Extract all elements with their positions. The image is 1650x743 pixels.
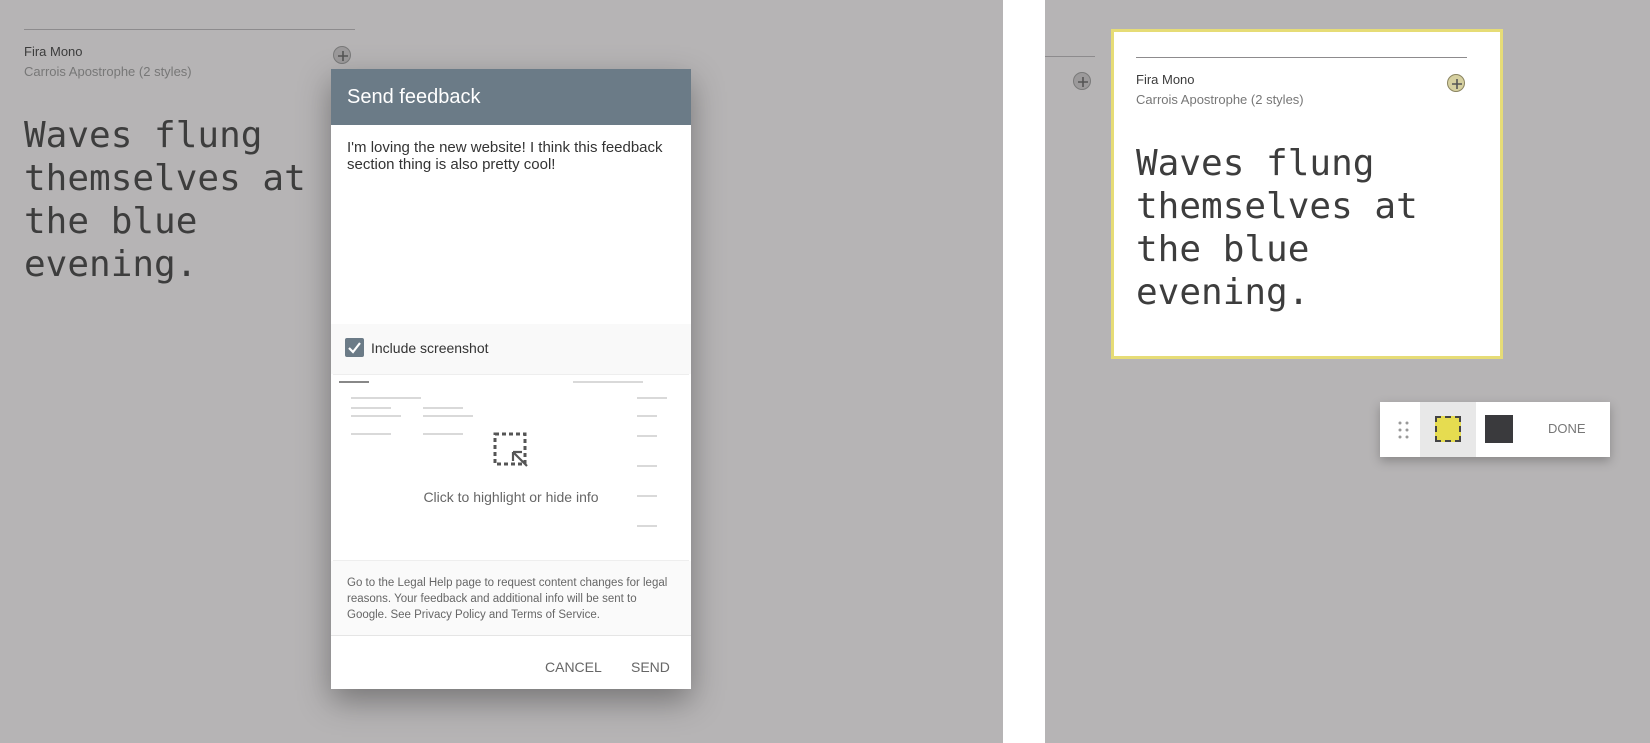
font-specimen: Waves flung themselves at the blue eveni… — [24, 115, 306, 285]
send-button[interactable]: SEND — [631, 659, 670, 675]
left-panel: Fira Mono Carrois Apostrophe (2 styles) … — [0, 0, 1003, 743]
preview-detail — [637, 415, 657, 417]
font-meta: Carrois Apostrophe (2 styles) — [24, 64, 192, 79]
preview-detail — [637, 397, 667, 399]
add-icon[interactable] — [333, 46, 351, 64]
preview-detail — [637, 435, 657, 437]
preview-detail — [351, 433, 391, 435]
font-name: Fira Mono — [24, 44, 83, 59]
screenshot-preview[interactable]: Click to highlight or hide info — [333, 374, 689, 561]
highlighted-font-card: Fira Mono Carrois Apostrophe (2 styles) … — [1111, 29, 1503, 359]
highlight-instructions: Click to highlight or hide info — [423, 489, 599, 505]
highlight-tool-button[interactable] — [1420, 402, 1476, 457]
preview-detail — [573, 381, 643, 383]
preview-detail — [423, 407, 463, 409]
legal-text-after: . — [596, 609, 600, 621]
dialog-title: Send feedback — [331, 69, 691, 125]
privacy-policy-link[interactable]: Privacy Policy — [414, 609, 486, 621]
divider — [1045, 56, 1095, 57]
preview-detail — [351, 407, 391, 409]
preview-detail — [637, 525, 657, 527]
highlight-toolbar: DONE — [1380, 402, 1610, 457]
feedback-textarea[interactable]: I'm loving the new website! I think this… — [347, 139, 667, 319]
right-panel: Fira Mono Carrois Apostrophe (2 styles) … — [1045, 0, 1650, 743]
highlight-tool-icon — [1435, 416, 1461, 442]
terms-of-service-link[interactable]: Terms of Service — [511, 609, 597, 621]
font-name: Fira Mono — [1136, 72, 1195, 87]
font-meta: Carrois Apostrophe (2 styles) — [1136, 92, 1304, 107]
legal-notice: Go to the Legal Help page to request con… — [331, 561, 691, 636]
drag-handle-icon[interactable] — [1398, 421, 1410, 444]
include-screenshot-checkbox[interactable] — [345, 338, 364, 357]
preview-detail — [351, 397, 421, 399]
preview-detail — [637, 465, 657, 467]
done-button[interactable]: DONE — [1548, 421, 1586, 436]
preview-detail — [423, 415, 473, 417]
feedback-dialog: Send feedback I'm loving the new website… — [331, 69, 691, 689]
legal-text: Go to the Legal Help page to request con… — [347, 575, 677, 623]
legal-text-and: and — [485, 609, 512, 621]
add-icon[interactable] — [1073, 72, 1091, 90]
divider — [24, 29, 355, 30]
preview-detail — [351, 415, 401, 417]
hide-tool-button[interactable] — [1485, 415, 1513, 443]
cancel-button[interactable]: CANCEL — [545, 659, 602, 675]
include-screenshot-label: Include screenshot — [371, 340, 489, 356]
include-screenshot-row[interactable]: Include screenshot — [331, 324, 691, 374]
highlight-icon — [493, 432, 529, 473]
add-icon[interactable] — [1447, 74, 1465, 92]
preview-detail — [339, 381, 369, 383]
font-specimen: Waves flung themselves at the blue eveni… — [1136, 143, 1418, 313]
preview-detail — [423, 433, 463, 435]
divider — [1136, 57, 1467, 58]
